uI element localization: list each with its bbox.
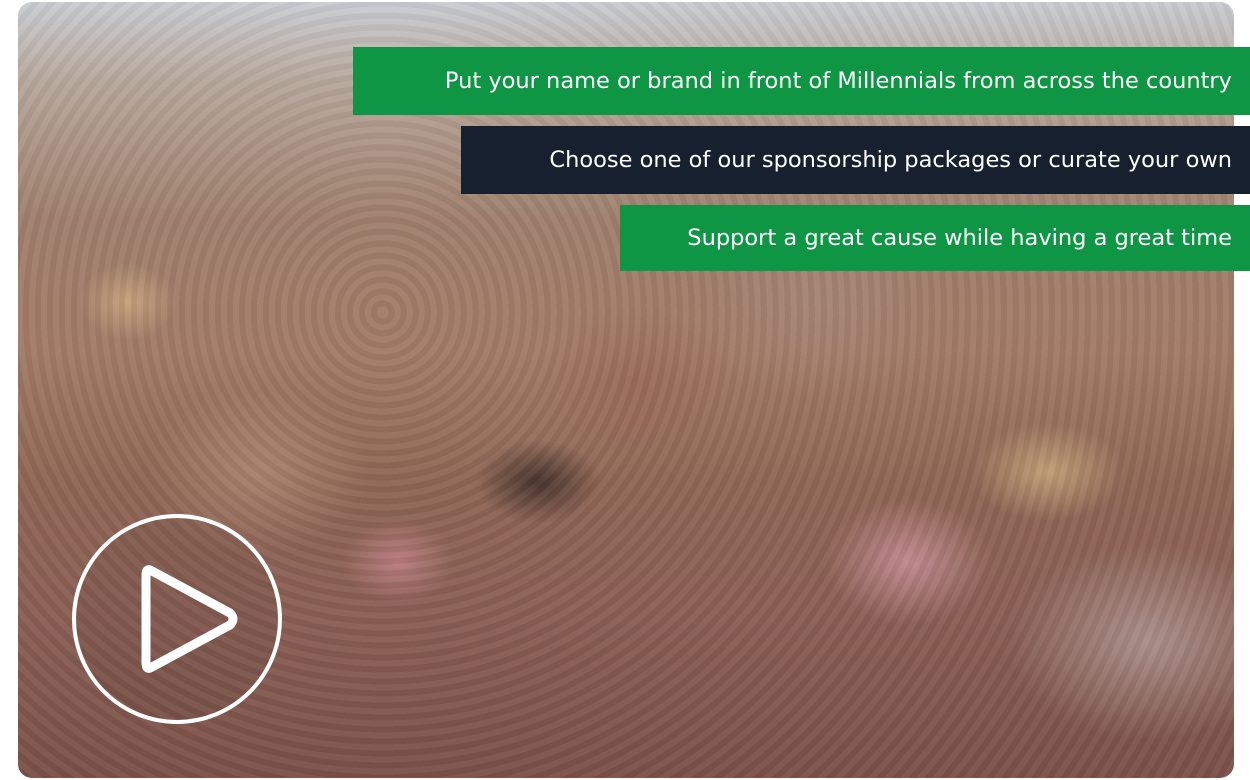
- play-video-button[interactable]: [72, 514, 282, 724]
- banner-millennials-text: Put your name or brand in front of Mille…: [444, 67, 1232, 94]
- hero-crowd-image: [18, 2, 1234, 778]
- banner-sponsorship-packages: Choose one of our sponsorship packages o…: [461, 126, 1250, 194]
- banner-millennials: Put your name or brand in front of Mille…: [353, 47, 1250, 115]
- banner-sponsorship-packages-text: Choose one of our sponsorship packages o…: [549, 146, 1232, 173]
- banner-great-cause-text: Support a great cause while having a gre…: [687, 224, 1232, 251]
- play-icon: [141, 565, 238, 673]
- banner-great-cause: Support a great cause while having a gre…: [620, 205, 1250, 271]
- page: Put your name or brand in front of Mille…: [0, 0, 1250, 780]
